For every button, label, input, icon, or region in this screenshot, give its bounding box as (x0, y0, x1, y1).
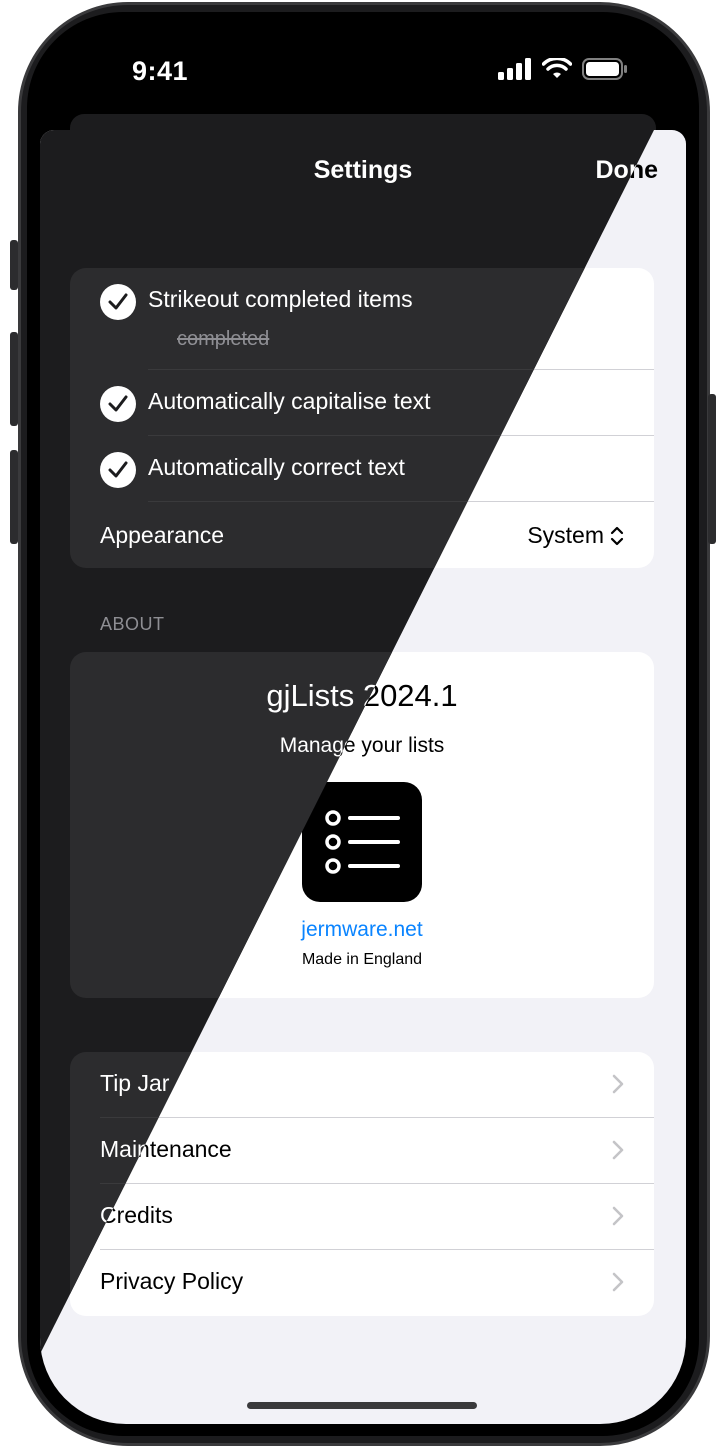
volume-up-button (10, 332, 18, 426)
action-button (10, 240, 18, 290)
capitalise-label: Automatically capitalise text (148, 388, 431, 414)
strikeout-sample: completed (177, 328, 270, 350)
autocorrect-label: Automatically correct text (148, 454, 405, 480)
strikeout-label: Strikeout completed items (148, 286, 413, 312)
volume-down-button (10, 450, 18, 544)
status-time: 9:41 (132, 56, 189, 86)
checkmark-circle-icon[interactable] (100, 386, 136, 422)
appearance-label: Appearance (100, 522, 225, 548)
privacy-policy-label: Privacy Policy (100, 1268, 244, 1294)
cellular-signal-icon (498, 58, 531, 80)
maintenance-row[interactable]: Maintenance (70, 1118, 654, 1184)
status-bar: 9:41 (40, 22, 686, 122)
battery-icon (582, 58, 627, 80)
checkmark-circle-icon[interactable] (100, 452, 136, 488)
about-section-header: ABOUT (100, 614, 165, 634)
home-indicator[interactable] (247, 1402, 477, 1409)
settings-sheet: Settings Done Strikeout completed items … (40, 130, 686, 1424)
chevron-right-icon (612, 1206, 624, 1226)
screen: 9:41 Settings Done (40, 22, 686, 1424)
page-title: Settings (313, 156, 413, 184)
power-button (708, 394, 716, 544)
privacy-policy-row[interactable]: Privacy Policy (70, 1250, 654, 1316)
chevron-right-icon (612, 1140, 624, 1160)
credits-row[interactable]: Credits (70, 1184, 654, 1250)
appearance-picker[interactable]: System (527, 522, 624, 549)
wifi-icon (542, 58, 572, 78)
chevron-right-icon (612, 1074, 624, 1094)
status-icons (498, 58, 628, 80)
chevron-up-down-icon (610, 526, 624, 545)
chevron-right-icon (612, 1272, 624, 1292)
tip-jar-label: Tip Jar (100, 1070, 170, 1096)
list-bullets-icon (302, 782, 422, 902)
appearance-value: System (527, 522, 604, 548)
checkmark-circle-icon[interactable] (100, 284, 136, 320)
